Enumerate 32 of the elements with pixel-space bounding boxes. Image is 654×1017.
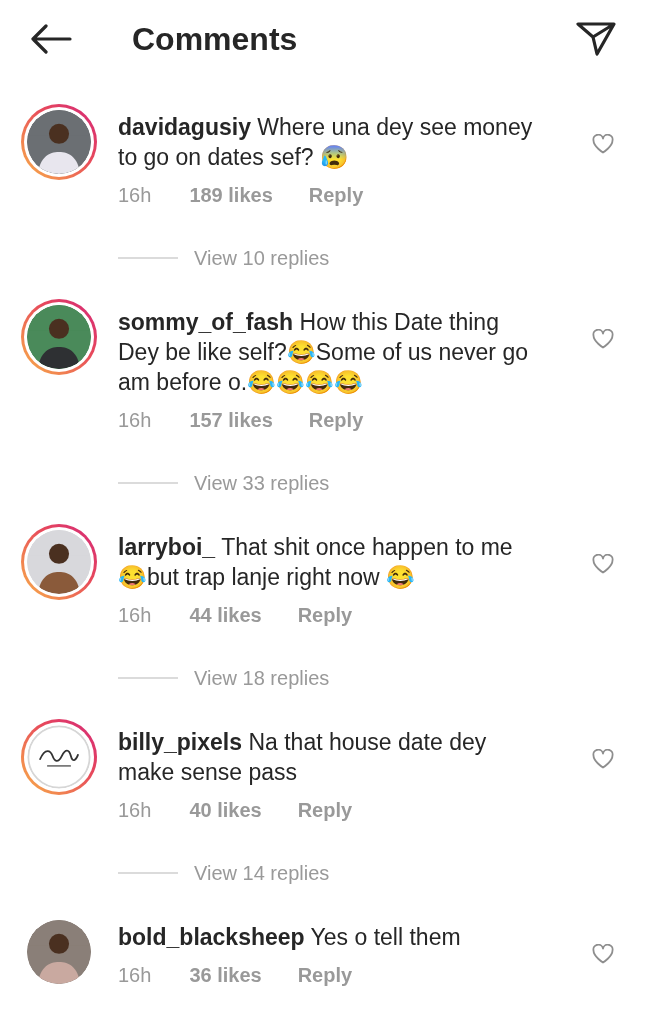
reply-button[interactable]: Reply bbox=[297, 960, 353, 990]
comment-time: 16h bbox=[118, 963, 152, 988]
heart-icon[interactable] bbox=[592, 134, 614, 154]
comment-text: sommy_of_fash How this Date thing Dey be like self?😂Some of us never go am before o.😂😂😂😂 bbox=[118, 308, 529, 397]
comment-time: 16h bbox=[118, 798, 152, 823]
comment-time: 16h bbox=[118, 408, 152, 433]
likes-count[interactable]: 44 likes bbox=[189, 600, 262, 630]
likes-count[interactable]: 36 likes bbox=[189, 960, 262, 990]
send-icon[interactable] bbox=[576, 21, 616, 57]
view-replies-button[interactable]: View 33 replies bbox=[194, 468, 330, 498]
comment-text: billy_pixels Na that house date dey make sense pass bbox=[118, 728, 488, 787]
view-replies-button[interactable]: View 14 replies bbox=[194, 858, 330, 888]
heart-icon[interactable] bbox=[592, 749, 614, 769]
reply-button[interactable]: Reply bbox=[308, 180, 364, 210]
comment-text: bold_blacksheep Yes o tell them bbox=[118, 923, 462, 952]
reply-button[interactable]: Reply bbox=[308, 405, 364, 435]
reply-button[interactable]: Reply bbox=[297, 600, 353, 630]
view-replies-button[interactable]: View 18 replies bbox=[194, 663, 330, 693]
likes-count[interactable]: 40 likes bbox=[189, 795, 262, 825]
back-arrow-icon[interactable] bbox=[30, 24, 72, 54]
view-replies-button[interactable]: View 10 replies bbox=[194, 243, 330, 273]
heart-icon[interactable] bbox=[592, 944, 614, 964]
reply-button[interactable]: Reply bbox=[297, 795, 353, 825]
likes-count[interactable]: 189 likes bbox=[189, 180, 273, 210]
heart-icon[interactable] bbox=[592, 554, 614, 574]
likes-count[interactable]: 157 likes bbox=[189, 405, 273, 435]
page-title: Comments bbox=[132, 20, 299, 59]
comment-text: larryboi_ That shit once happen to me 😂but trap lanje right now 😂 bbox=[118, 533, 514, 592]
comment-time: 16h bbox=[118, 183, 152, 208]
comment-time: 16h bbox=[118, 603, 152, 628]
heart-icon[interactable] bbox=[592, 329, 614, 349]
comment-text: davidagusiy Where una dey see money to go on dates sef? 😰 bbox=[118, 113, 534, 172]
